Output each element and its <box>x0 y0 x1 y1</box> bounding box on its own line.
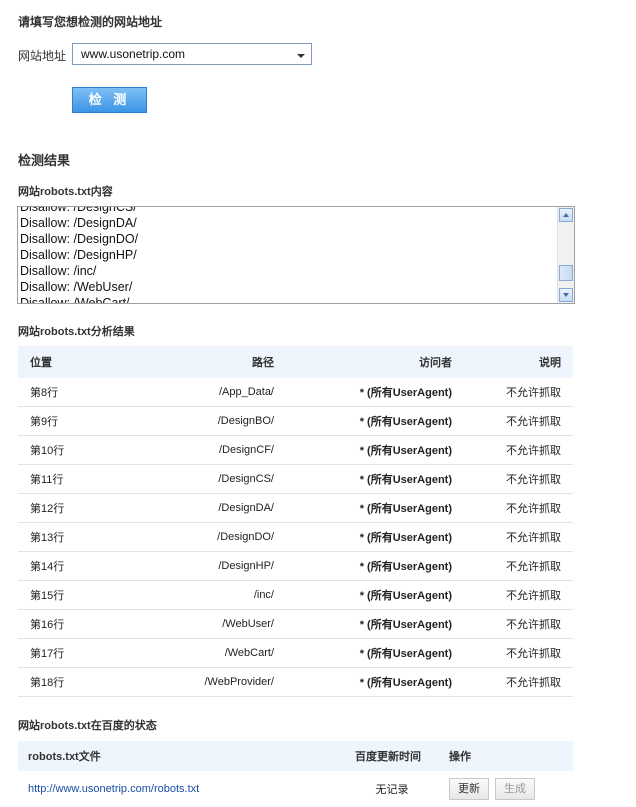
row-description: 不允许抓取 <box>464 522 573 552</box>
table-row: 第17行/WebCart/* (所有UserAgent) 不允许抓取 <box>18 638 573 668</box>
row-position: 第16行 <box>18 609 132 639</box>
baidu-update-time: 无记录 <box>375 784 409 796</box>
row-path: /WebUser/ <box>132 609 286 639</box>
row-visitor: * (所有UserAgent) <box>286 638 464 668</box>
robots-line: Disallow: /WebCart/ <box>20 296 130 304</box>
row-visitor: * (所有UserAgent) <box>286 464 464 494</box>
table-row: 第11行/DesignCS/* (所有UserAgent) 不允许抓取 <box>18 464 573 494</box>
row-path: /WebCart/ <box>132 638 286 668</box>
baidu-status-table: robots.txt文件 百度更新时间 操作 http://www.usonet… <box>18 741 573 807</box>
row-path: /DesignCF/ <box>132 435 286 465</box>
row-path: /inc/ <box>132 580 286 610</box>
robots-file-link[interactable]: http://www.usonetrip.com/robots.txt <box>28 783 199 795</box>
row-path: /DesignCS/ <box>132 464 286 494</box>
analysis-title: 网站robots.txt分析结果 <box>18 326 135 338</box>
row-visitor: * (所有UserAgent) <box>286 493 464 523</box>
row-description: 不允许抓取 <box>464 580 573 610</box>
robots-content-title: 网站robots.txt内容 <box>18 186 113 198</box>
header-description: 说明 <box>464 346 573 378</box>
generate-button[interactable]: 生成 <box>495 778 535 800</box>
baidu-header-row: robots.txt文件 百度更新时间 操作 <box>18 741 573 771</box>
row-visitor: * (所有UserAgent) <box>286 609 464 639</box>
robots-line: Disallow: /DesignCS/ <box>20 206 137 214</box>
row-position: 第8行 <box>18 378 132 407</box>
row-position: 第9行 <box>18 406 132 436</box>
analysis-header-row: 位置 路径 访问者 说明 <box>18 346 573 378</box>
baidu-row: http://www.usonetrip.com/robots.txt 无记录 … <box>18 771 573 807</box>
update-button[interactable]: 更新 <box>449 778 489 800</box>
table-row: 第13行/DesignDO/* (所有UserAgent) 不允许抓取 <box>18 522 573 552</box>
row-position: 第14行 <box>18 551 132 581</box>
table-row: 第15行/inc/* (所有UserAgent) 不允许抓取 <box>18 580 573 610</box>
table-row: 第9行/DesignBO/* (所有UserAgent) 不允许抓取 <box>18 406 573 436</box>
table-row: 第14行/DesignHP/* (所有UserAgent) 不允许抓取 <box>18 551 573 581</box>
row-path: /DesignBO/ <box>132 406 286 436</box>
row-visitor: * (所有UserAgent) <box>286 551 464 581</box>
header-path: 路径 <box>132 346 286 378</box>
row-description: 不允许抓取 <box>464 667 573 697</box>
robots-content-lines: Disallow: /DesignCS/Disallow: /DesignDA/… <box>20 206 139 304</box>
row-position: 第10行 <box>18 435 132 465</box>
url-select[interactable]: www.usonetrip.com <box>72 43 312 65</box>
row-description: 不允许抓取 <box>464 464 573 494</box>
row-position: 第15行 <box>18 580 132 610</box>
url-label: 网站地址 <box>18 49 67 63</box>
row-path: /WebProvider/ <box>132 667 286 697</box>
scroll-up-icon[interactable] <box>559 208 573 222</box>
header-position: 位置 <box>18 346 132 378</box>
row-position: 第18行 <box>18 667 132 697</box>
scrollbar-thumb[interactable] <box>559 265 573 281</box>
header-actions: 操作 <box>439 741 573 771</box>
row-visitor: * (所有UserAgent) <box>286 580 464 610</box>
row-description: 不允许抓取 <box>464 609 573 639</box>
table-row: 第18行/WebProvider/* (所有UserAgent) 不允许抓取 <box>18 667 573 697</box>
row-description: 不允许抓取 <box>464 493 573 523</box>
row-position: 第13行 <box>18 522 132 552</box>
robots-line: Disallow: /inc/ <box>20 264 97 278</box>
row-visitor: * (所有UserAgent) <box>286 378 464 407</box>
baidu-status-title: 网站robots.txt在百度的状态 <box>18 720 157 732</box>
robots-line: Disallow: /WebUser/ <box>20 280 133 294</box>
row-path: /DesignDA/ <box>132 493 286 523</box>
row-description: 不允许抓取 <box>464 406 573 436</box>
row-description: 不允许抓取 <box>464 551 573 581</box>
robots-line: Disallow: /DesignDO/ <box>20 232 139 246</box>
results-title: 检测结果 <box>18 153 71 168</box>
row-position: 第12行 <box>18 493 132 523</box>
row-description: 不允许抓取 <box>464 638 573 668</box>
row-visitor: * (所有UserAgent) <box>286 435 464 465</box>
row-path: /DesignHP/ <box>132 551 286 581</box>
table-row: 第8行/App_Data/* (所有UserAgent) 不允许抓取 <box>18 378 573 407</box>
scroll-down-icon[interactable] <box>559 288 573 302</box>
table-row: 第16行/WebUser/* (所有UserAgent) 不允许抓取 <box>18 609 573 639</box>
row-description: 不允许抓取 <box>464 378 573 407</box>
robots-line: Disallow: /DesignHP/ <box>20 248 137 262</box>
row-path: /App_Data/ <box>132 378 286 407</box>
row-visitor: * (所有UserAgent) <box>286 522 464 552</box>
robots-content-textarea[interactable]: Disallow: /DesignCS/Disallow: /DesignDA/… <box>17 206 575 304</box>
row-description: 不允许抓取 <box>464 435 573 465</box>
header-robots-file: robots.txt文件 <box>18 741 345 771</box>
check-button[interactable]: 检 测 <box>72 87 147 113</box>
form-title: 请填写您想检测的网站地址 <box>18 15 163 29</box>
url-select-value: www.usonetrip.com <box>81 47 186 61</box>
row-position: 第11行 <box>18 464 132 494</box>
chevron-down-icon[interactable] <box>297 54 305 58</box>
header-baidu-update-time: 百度更新时间 <box>345 741 439 771</box>
header-visitor: 访问者 <box>286 346 464 378</box>
row-position: 第17行 <box>18 638 132 668</box>
analysis-table: 位置 路径 访问者 说明 第8行/App_Data/* (所有UserAgent… <box>18 346 573 697</box>
row-visitor: * (所有UserAgent) <box>286 406 464 436</box>
table-row: 第12行/DesignDA/* (所有UserAgent) 不允许抓取 <box>18 493 573 523</box>
row-visitor: * (所有UserAgent) <box>286 667 464 697</box>
robots-line: Disallow: /DesignDA/ <box>20 216 137 230</box>
row-path: /DesignDO/ <box>132 522 286 552</box>
robots-scrollbar[interactable] <box>557 207 574 303</box>
table-row: 第10行/DesignCF/* (所有UserAgent) 不允许抓取 <box>18 435 573 465</box>
